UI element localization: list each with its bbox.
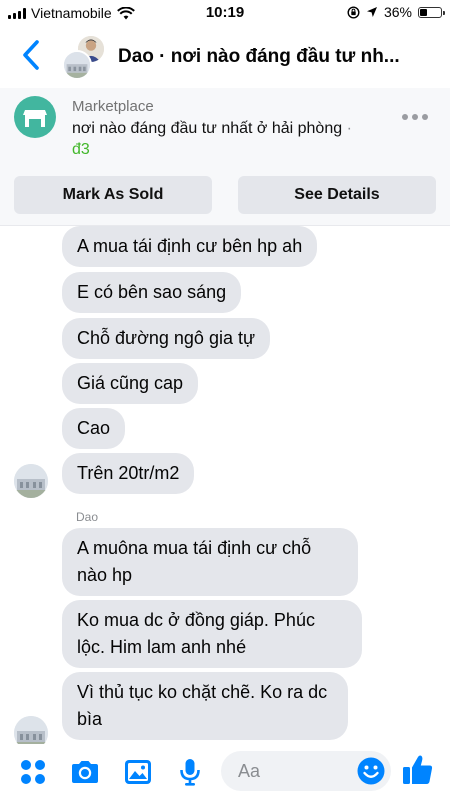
group-avatar[interactable] (62, 34, 108, 80)
microphone-icon[interactable] (174, 756, 206, 788)
status-bar: Vietnamobile 10:19 36% (0, 0, 450, 26)
message-thread[interactable]: A mua tái định cư bên hp ah E có bên sao… (0, 226, 450, 744)
chat-header: Dao · nơi nào đáng đầu tư nh... (0, 26, 450, 88)
battery-percent: 36% (383, 4, 412, 20)
sender-name: Dao (76, 510, 99, 524)
price-separator: · (346, 120, 352, 137)
marketplace-shop-icon (14, 96, 56, 138)
message-bubble[interactable]: Chỗ đường ngô gia tự (62, 318, 271, 359)
apps-grid-icon[interactable] (17, 756, 49, 788)
message-bubble[interactable]: Giá cũng cap (62, 363, 199, 404)
status-right: 36% (347, 4, 445, 20)
listing-price: đ3 (72, 141, 90, 158)
emoji-icon[interactable] (356, 756, 386, 786)
message-bubble[interactable]: Cao (62, 408, 126, 449)
more-options-icon[interactable] (402, 114, 428, 120)
see-details-button[interactable]: See Details (238, 176, 436, 214)
listing-title-block[interactable]: nơi nào đáng đầu tư nhất ở hải phòng · đ… (72, 118, 372, 160)
message-bubble[interactable]: Vì thủ tục ko chặt chẽ. Ko ra dc bìa (62, 672, 348, 740)
gallery-icon[interactable] (122, 756, 154, 788)
thumbs-up-icon[interactable] (401, 753, 435, 787)
marketplace-label: Marketplace (72, 98, 154, 115)
back-chevron-icon[interactable] (18, 38, 46, 72)
battery-icon (418, 6, 445, 18)
listing-title: nơi nào đáng đầu tư nhất ở hải phòng (72, 120, 343, 137)
message-input-placeholder: Aa (238, 761, 261, 781)
mark-as-sold-button[interactable]: Mark As Sold (14, 176, 212, 214)
battery-fill (420, 8, 428, 16)
avatar (62, 50, 92, 80)
location-icon (366, 7, 377, 17)
message-bubble[interactable]: Trên 20tr/m2 (62, 453, 195, 494)
avatar[interactable] (14, 464, 48, 498)
message-input[interactable]: Aa (221, 751, 391, 791)
marketplace-card: Marketplace nơi nào đáng đầu tư nhất ở h… (0, 88, 450, 226)
message-bubble[interactable]: E có bên sao sáng (62, 272, 242, 313)
conversation-title[interactable]: Dao · nơi nào đáng đầu tư nh... (118, 46, 400, 68)
composer-bar: Aa (0, 744, 450, 800)
message-bubble[interactable]: Ko mua dc ở đồng giáp. Phúc lộc. Him lam… (62, 600, 362, 668)
avatar[interactable] (14, 716, 48, 744)
rotation-lock-icon (347, 5, 360, 19)
message-bubble[interactable]: A muôna mua tái định cư chỗ nào hp (62, 528, 358, 596)
camera-icon[interactable] (69, 756, 101, 788)
message-bubble[interactable]: A mua tái định cư bên hp ah (62, 226, 318, 267)
